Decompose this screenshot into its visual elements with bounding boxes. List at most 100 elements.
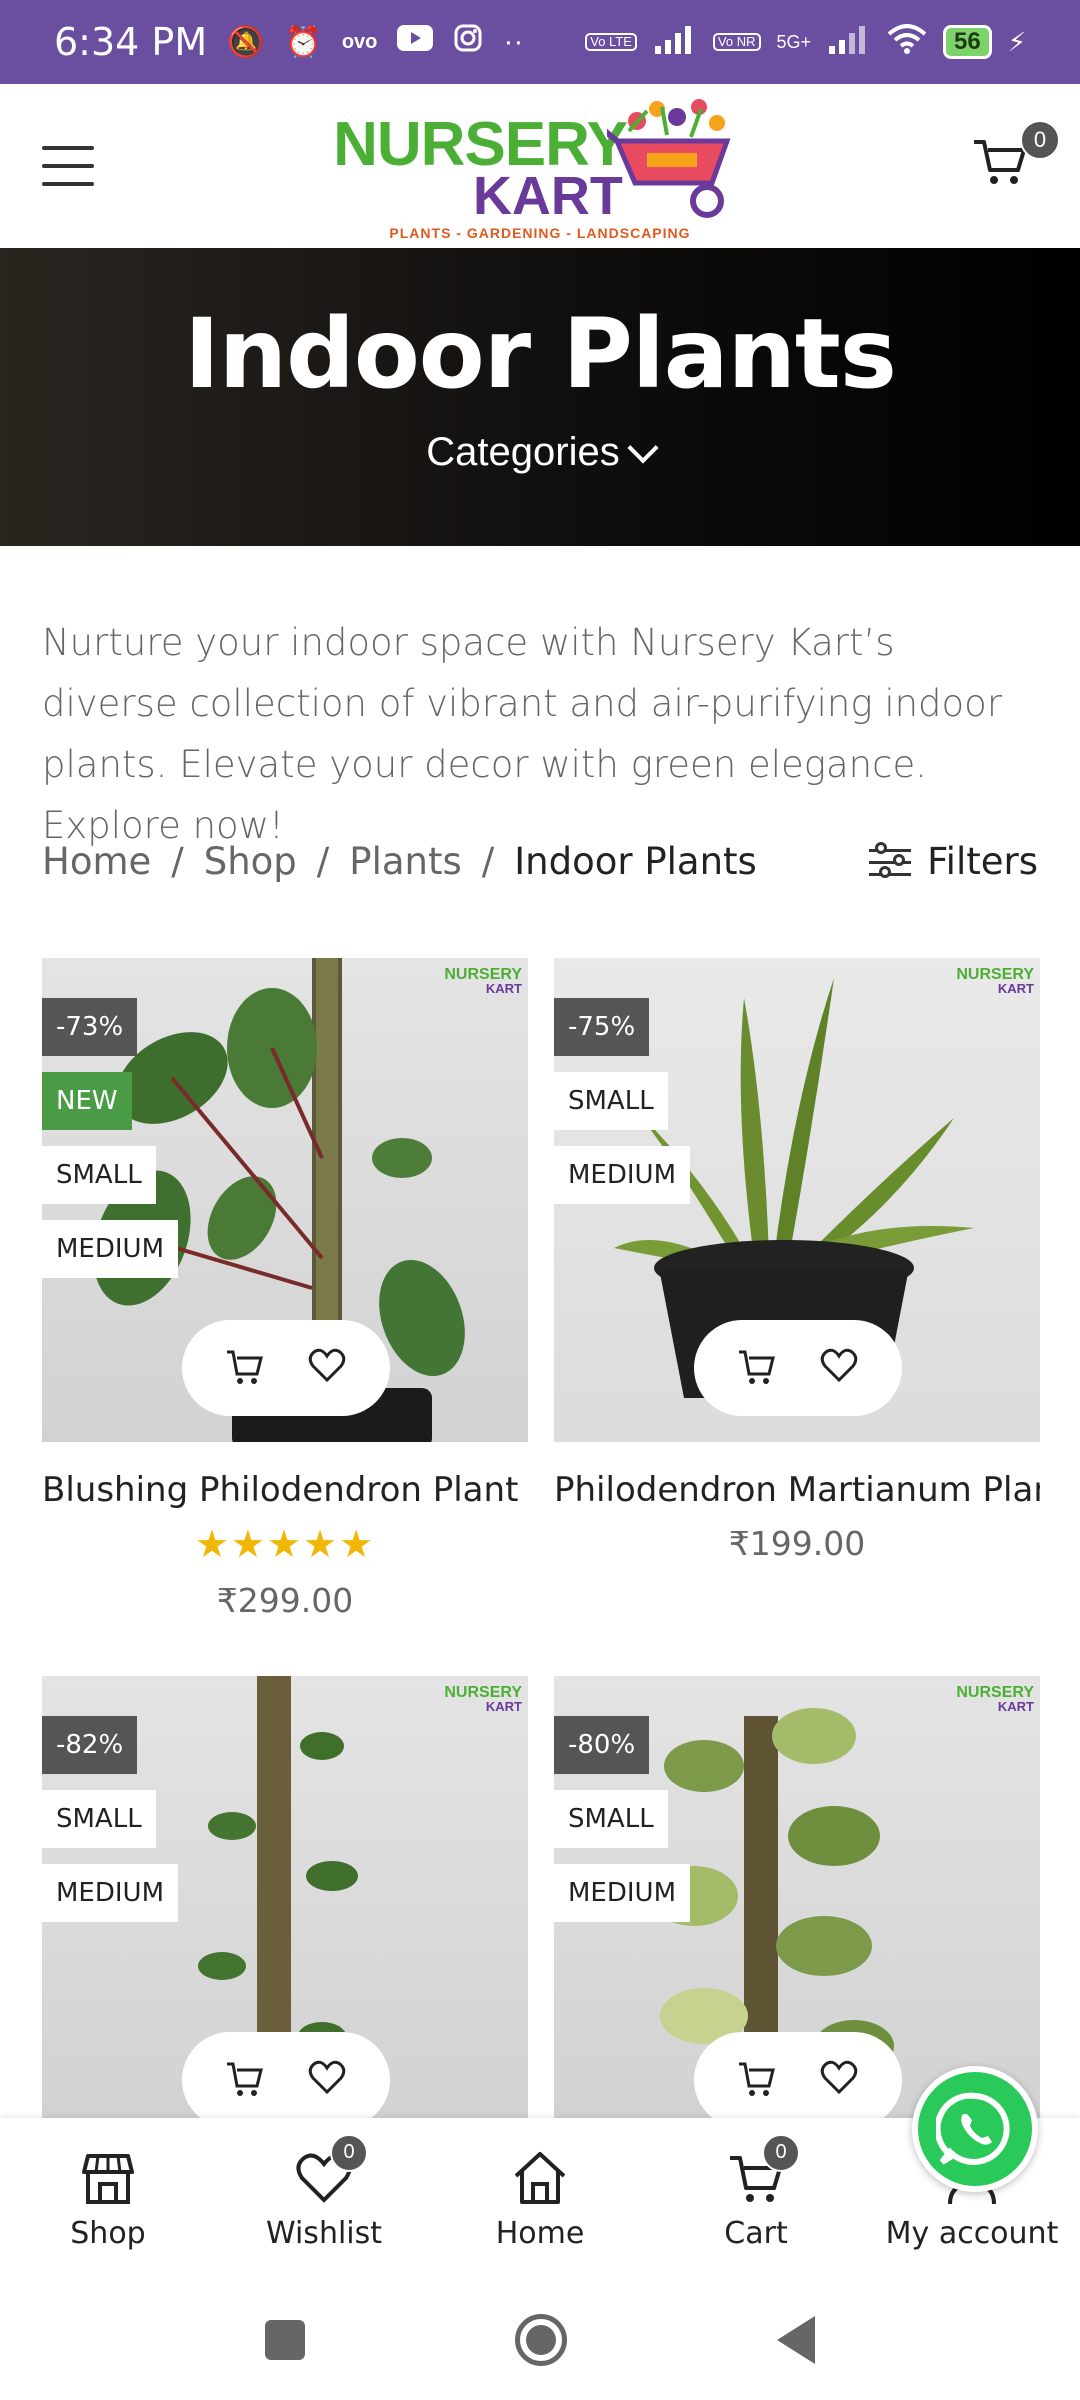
size-badge: MEDIUM [554, 1146, 691, 1204]
watermark-line2: KART [997, 1699, 1034, 1714]
categories-dropdown[interactable]: Categories [426, 430, 659, 475]
product-actions [182, 2032, 390, 2118]
charging-icon: ⚡ [1007, 26, 1026, 57]
system-navigation-bar [0, 2280, 1080, 2400]
page-title: Indoor Plants [184, 298, 897, 410]
wishlist-count-badge: 0 [330, 2133, 368, 2172]
watermark-logo: NURSERY KART [956, 967, 1034, 996]
product-actions [694, 2032, 902, 2118]
status-left-icons: 🔕 ⏰ ovo ·· [227, 23, 523, 61]
nav-my-account-label: My account [885, 2215, 1059, 2251]
nav-cart[interactable]: 0 Cart [648, 2118, 864, 2280]
wishlist-heart-icon[interactable] [819, 2058, 859, 2103]
recents-button[interactable] [265, 2320, 305, 2360]
product-image[interactable]: NURSERY KART -80% SMALL MEDIUM [554, 1676, 1040, 2118]
watermark-line2: KART [485, 981, 522, 996]
wishlist-heart-icon[interactable] [307, 2058, 347, 2103]
network-type-label: 5G+ [776, 31, 812, 52]
discount-badge: -73% [42, 998, 138, 1056]
status-bar: 6:34 PM 🔕 ⏰ ovo ·· Vo LTE Vo NR 5G+ 56 ⚡ [0, 0, 1080, 84]
cart-count-badge: 0 [762, 2133, 800, 2172]
site-header: NURSERY KART PLANTS - GARDENING - LANDSC… [0, 84, 1080, 248]
nav-home-label: Home [495, 2215, 585, 2251]
vonr-icon: Vo NR [712, 33, 761, 51]
volte-icon: Vo LTE [585, 33, 637, 51]
categories-label: Categories [426, 430, 620, 474]
product-title[interactable]: Blushing Philodendron Plant – [42, 1470, 528, 1510]
breadcrumb: Home / Shop / Plants / Indoor Plants [42, 840, 757, 883]
signal-icon [653, 24, 697, 61]
wheelbarrow-icon [606, 99, 731, 218]
signal-icon-2 [827, 24, 871, 61]
logo-line1: NURSERY [333, 109, 628, 179]
wifi-icon [887, 23, 927, 61]
ovo-icon: ovo [341, 30, 378, 53]
breadcrumb-home[interactable]: Home [42, 840, 151, 883]
size-badge: MEDIUM [42, 1864, 179, 1922]
shop-icon [82, 2153, 134, 2204]
home-system-button[interactable] [515, 2314, 567, 2366]
instagram-icon [453, 23, 483, 61]
product-price: ₹199.00 [728, 1524, 866, 1563]
product-title[interactable]: Philodendron Martianum Plant [554, 1470, 1040, 1510]
breadcrumb-plants[interactable]: Plants [349, 840, 462, 883]
nav-shop-label: Shop [70, 2215, 146, 2251]
menu-icon[interactable] [42, 146, 94, 186]
site-logo[interactable]: NURSERY KART PLANTS - GARDENING - LANDSC… [333, 91, 747, 241]
breadcrumb-shop[interactable]: Shop [204, 840, 297, 883]
watermark-line2: KART [997, 981, 1034, 996]
size-badge: SMALL [42, 1146, 156, 1204]
add-to-cart-icon[interactable] [737, 1346, 777, 1391]
product-image[interactable]: NURSERY KART -75% SMALL MEDIUM [554, 958, 1040, 1442]
whatsapp-icon [936, 2092, 1010, 2165]
logo-line2: KART [472, 166, 623, 227]
filters-label: Filters [927, 840, 1038, 883]
product-card[interactable]: NURSERY KART -82% SMALL MEDIUM [42, 1676, 528, 2118]
product-image[interactable]: NURSERY KART -73% NEW SMALL MEDIUM [42, 958, 528, 1442]
new-badge: NEW [42, 1072, 132, 1130]
product-actions [694, 1320, 902, 1416]
logo-tagline: PLANTS - GARDENING - LANDSCAPING [389, 225, 691, 241]
nav-shop[interactable]: Shop [0, 2118, 216, 2280]
header-cart-button[interactable]: 0 [972, 120, 1060, 190]
status-right-icons: Vo LTE Vo NR 5G+ 56 ⚡ [585, 23, 1026, 61]
breadcrumb-current: Indoor Plants [514, 840, 757, 883]
watermark-logo: NURSERY KART [444, 967, 522, 996]
back-button[interactable] [777, 2316, 815, 2364]
add-to-cart-icon[interactable] [225, 2058, 265, 2103]
battery-indicator: 56 [943, 25, 992, 59]
nav-wishlist[interactable]: 0 Wishlist [216, 2118, 432, 2280]
discount-badge: -82% [42, 1716, 138, 1774]
size-badge: SMALL [554, 1072, 668, 1130]
discount-badge: -75% [554, 998, 650, 1056]
rating-stars: ★★★★★ [194, 1524, 376, 1566]
nav-home[interactable]: Home [432, 2118, 648, 2280]
product-image[interactable]: NURSERY KART -82% SMALL MEDIUM [42, 1676, 528, 2118]
category-description: Nurture your indoor space with Nursery K… [42, 621, 1003, 847]
nav-cart-label: Cart [724, 2215, 788, 2251]
nav-wishlist-label: Wishlist [265, 2215, 383, 2251]
watermark-logo: NURSERY KART [956, 1685, 1034, 1714]
breadcrumb-separator: / [171, 840, 184, 883]
whatsapp-chat-button[interactable] [912, 2066, 1038, 2192]
watermark-logo: NURSERY KART [444, 1685, 522, 1714]
breadcrumb-separator: / [481, 840, 495, 883]
add-to-cart-icon[interactable] [225, 1346, 265, 1391]
breadcrumb-separator: / [316, 840, 330, 883]
product-card[interactable]: NURSERY KART -75% SMALL MEDIUM Philodendr… [554, 958, 1040, 1563]
wishlist-heart-icon[interactable] [819, 1346, 859, 1391]
add-to-cart-icon[interactable] [737, 2058, 777, 2103]
cart-count-badge: 0 [1020, 120, 1060, 160]
discount-badge: -80% [554, 1716, 650, 1774]
watermark-line2: KART [485, 1699, 522, 1714]
category-banner: Indoor Plants Categories [0, 248, 1080, 546]
size-badge: SMALL [42, 1790, 156, 1848]
product-card[interactable]: NURSERY KART -73% NEW SMALL MEDIUM Blushi… [42, 958, 528, 1620]
filters-button[interactable]: Filters [869, 840, 1038, 883]
size-badge: SMALL [554, 1790, 668, 1848]
wishlist-heart-icon[interactable] [307, 1346, 347, 1391]
alarm-icon: ⏰ [284, 25, 322, 59]
size-badge: MEDIUM [42, 1220, 179, 1278]
product-card[interactable]: NURSERY KART -80% SMALL MEDIUM [554, 1676, 1040, 2118]
chevron-down-icon [627, 431, 659, 464]
